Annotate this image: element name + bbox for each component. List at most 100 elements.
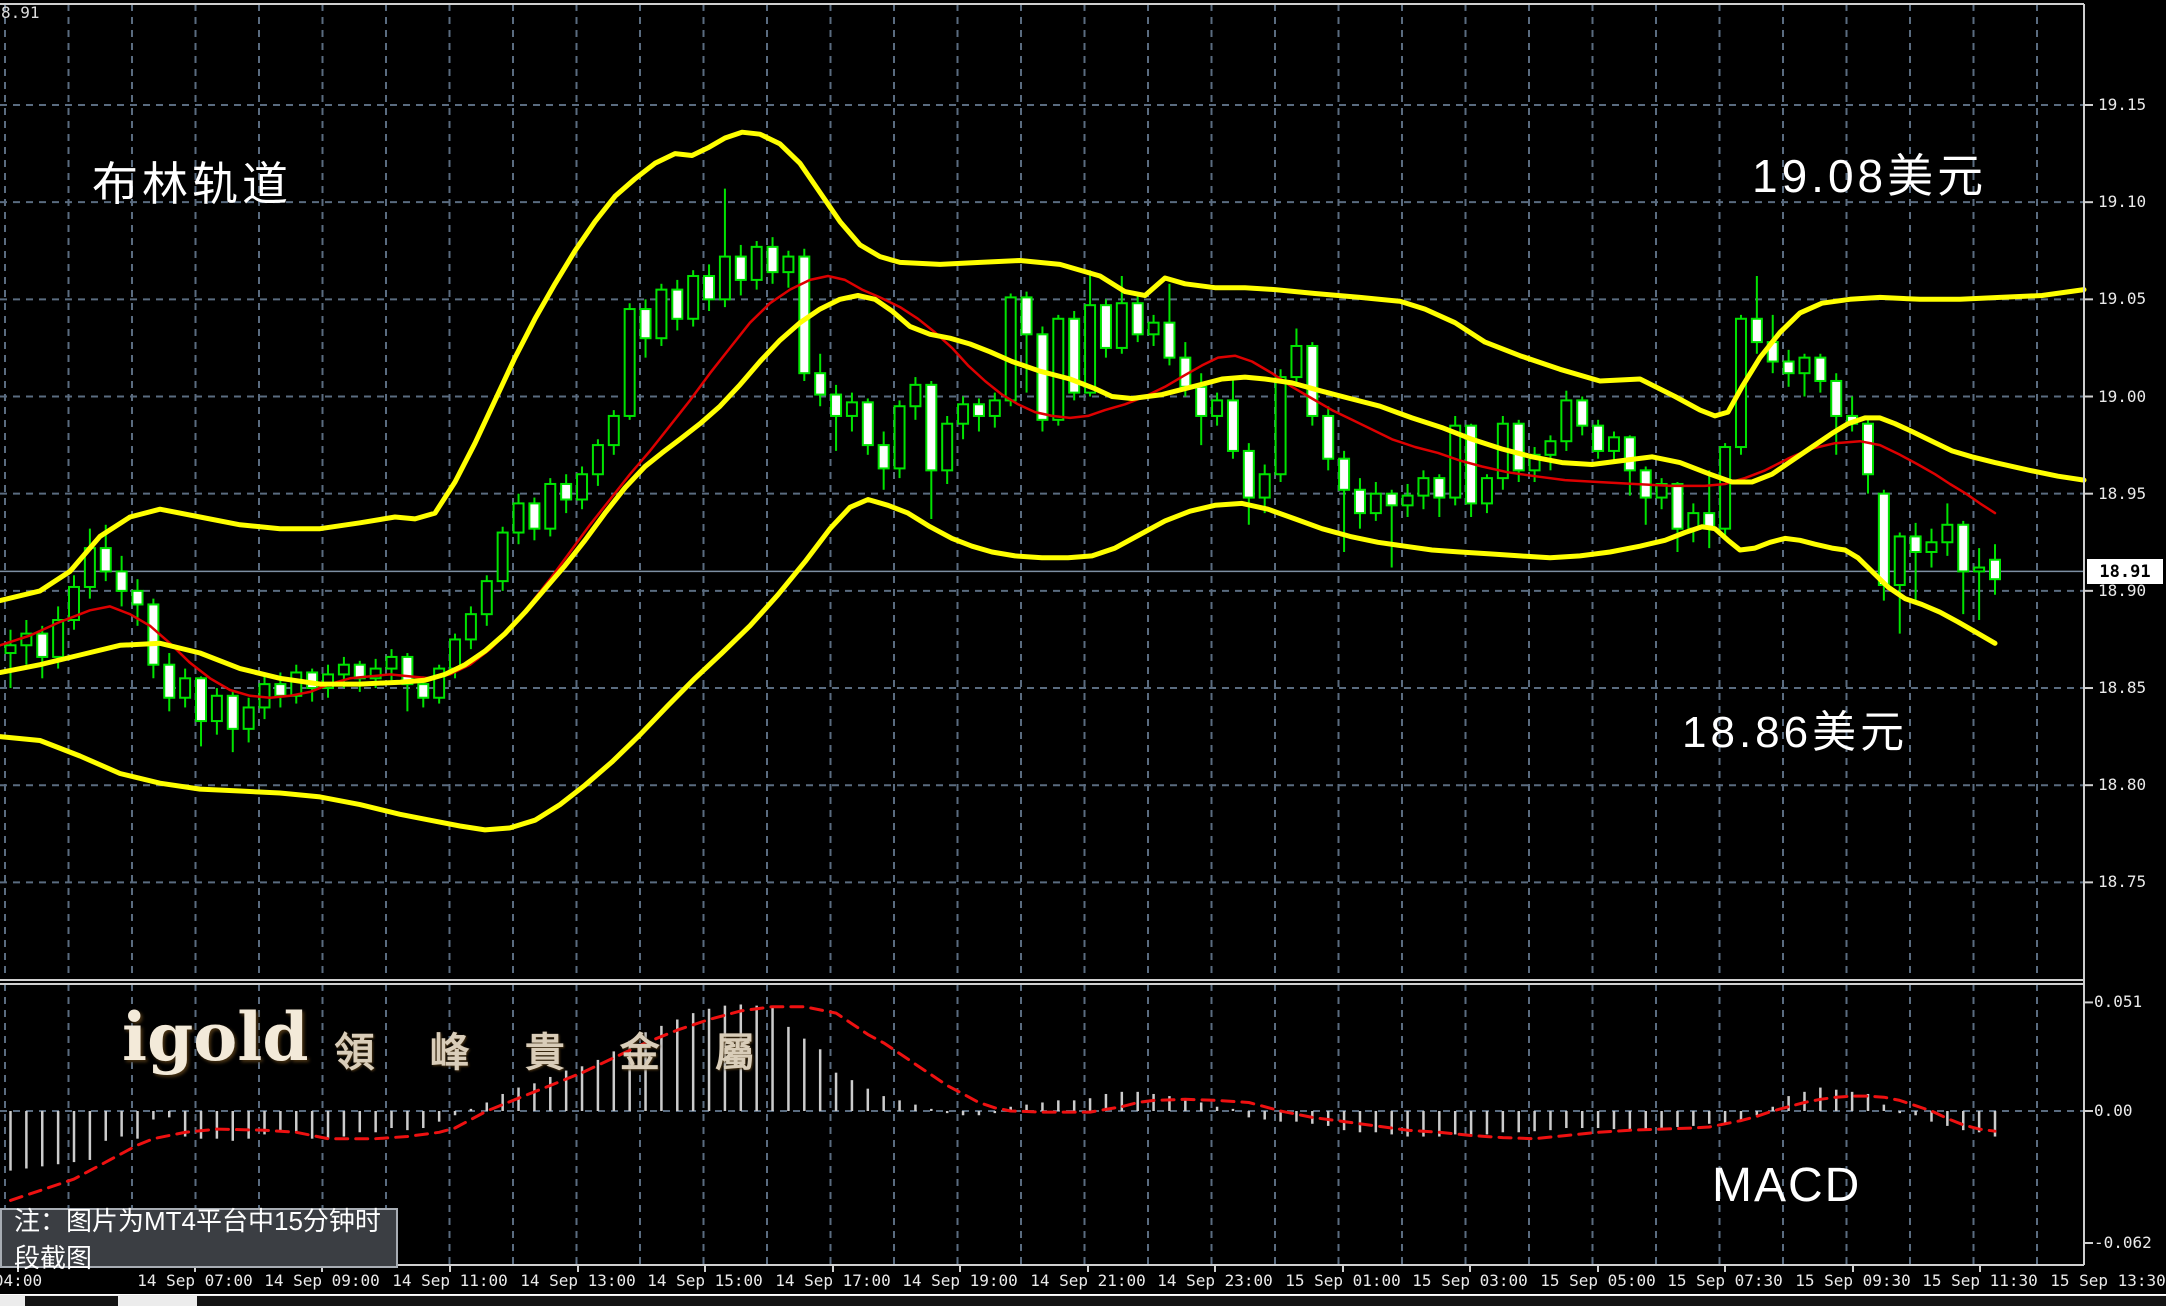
candle-body <box>768 247 778 272</box>
candle-body <box>1863 424 1873 475</box>
candle-body <box>1561 400 1571 441</box>
candle-body <box>1942 525 1952 542</box>
candle-body <box>1593 426 1603 451</box>
time-axis-label: 15 Sep 09:30 <box>1795 1271 1911 1290</box>
candle-body <box>1879 494 1889 585</box>
candle-body <box>1291 346 1301 377</box>
candle-body <box>593 445 603 474</box>
bottom-edge-strip <box>0 1294 2166 1306</box>
candle-body <box>1117 303 1127 348</box>
candle-body <box>1514 424 1524 471</box>
candle-body <box>180 678 190 697</box>
candle-body <box>387 657 397 669</box>
price-axis-label: 18.75 <box>2098 872 2146 891</box>
candle-body <box>1974 568 1984 572</box>
corner-price-label: 8.91 <box>1 3 40 22</box>
candle-body <box>6 645 16 653</box>
candle-body <box>228 696 238 729</box>
candle-body <box>926 385 936 471</box>
price-axis-label: 19.05 <box>2098 289 2146 308</box>
bottom-strip-box <box>197 1296 2166 1306</box>
time-axis-label: 14 Sep 19:00 <box>902 1271 1018 1290</box>
candle-body <box>1418 478 1428 495</box>
candle-body <box>212 696 222 721</box>
candle-body <box>545 484 555 529</box>
candle-body <box>482 581 492 614</box>
candle-body <box>752 247 762 280</box>
price-axis-label: 18.85 <box>2098 678 2146 697</box>
candle-body <box>1164 323 1174 358</box>
candle-body <box>1212 400 1222 416</box>
time-axis-label: 14 Sep 07:00 <box>137 1271 253 1290</box>
candle-body <box>1434 478 1444 497</box>
current-price-flag: 18.91 <box>2087 559 2163 584</box>
candle-body <box>783 257 793 273</box>
candle-body <box>1149 323 1159 335</box>
candle-body <box>1482 478 1492 503</box>
candle-body <box>942 424 952 471</box>
candle-body <box>656 290 666 339</box>
price-axis-label: 19.15 <box>2098 95 2146 114</box>
time-axis-label: 15 Sep 01:00 <box>1285 1271 1401 1290</box>
macd-axis-label: 0.051 <box>2094 992 2142 1011</box>
time-axis-label: 14 Sep 11:00 <box>392 1271 508 1290</box>
candle-body <box>1133 303 1143 334</box>
price-axis-label: 18.80 <box>2098 775 2146 794</box>
candle-body <box>418 684 428 698</box>
watermark-latin-text: igold <box>122 1004 308 1070</box>
candle-body <box>863 402 873 445</box>
note-text: 注：图片为MT4平台中15分钟时段截图 <box>14 1201 396 1275</box>
candle-body <box>1577 400 1587 425</box>
candle-body <box>466 614 476 639</box>
candle-body <box>990 400 1000 416</box>
candle-body <box>879 445 889 468</box>
candle-body <box>1244 451 1254 498</box>
time-axis-label: 15 Sep 05:00 <box>1540 1271 1656 1290</box>
candle-body <box>1276 377 1286 474</box>
candle-body <box>101 548 111 571</box>
candle-body <box>1799 358 1809 374</box>
candle-body <box>1339 459 1349 490</box>
candle-body <box>1053 319 1063 420</box>
macd-annotation: MACD <box>1712 1158 1861 1213</box>
candle-body <box>910 385 920 406</box>
note-box: 注：图片为MT4平台中15分钟时段截图 <box>0 1208 398 1268</box>
candle-body <box>1926 542 1936 552</box>
candle-body <box>1260 474 1270 497</box>
candle-body <box>1895 536 1905 585</box>
time-axis-label: 15 Sep 07:30 <box>1667 1271 1783 1290</box>
time-axis-label: 14 Sep 17:00 <box>775 1271 891 1290</box>
candle-body <box>1037 334 1047 420</box>
lower-band-price-annotation: 18.86美元 <box>1682 696 1908 760</box>
watermark-chinese-text: 領 峰 貴 金 屬 <box>334 1020 776 1078</box>
candle-body <box>1371 494 1381 513</box>
macd-axis-label: -0.062 <box>2094 1233 2152 1252</box>
candle-body <box>958 404 968 423</box>
candle-body <box>1625 437 1635 470</box>
candle-body <box>561 484 571 500</box>
candle-body <box>117 571 127 590</box>
candle-body <box>672 290 682 319</box>
upper-band-price-annotation: 19.08美元 <box>1752 140 1987 206</box>
candle-body <box>450 639 460 668</box>
candle-body <box>498 533 508 582</box>
time-axis-label: 15 Sep 13:30 <box>2050 1271 2166 1290</box>
macd-axis-label: 0.00 <box>2094 1101 2133 1120</box>
candle-body <box>37 634 47 657</box>
candle-body <box>164 665 174 698</box>
candle-body <box>720 257 730 300</box>
candle-body <box>1387 494 1397 506</box>
bollinger-annotation: 布林轨道 <box>92 148 292 214</box>
candle-body <box>1784 362 1794 374</box>
candle-body <box>1101 305 1111 348</box>
candle-body <box>831 395 841 416</box>
time-axis-label: 14 Sep 13:00 <box>520 1271 636 1290</box>
bottom-strip-box <box>25 1296 118 1306</box>
candle-body <box>641 309 651 338</box>
candle-body <box>148 604 158 664</box>
candle-body <box>514 503 524 532</box>
time-axis-label: 14 Sep 15:00 <box>647 1271 763 1290</box>
time-axis-label: 15 Sep 03:00 <box>1412 1271 1528 1290</box>
candle-body <box>895 406 905 468</box>
candle-body <box>1196 387 1206 416</box>
